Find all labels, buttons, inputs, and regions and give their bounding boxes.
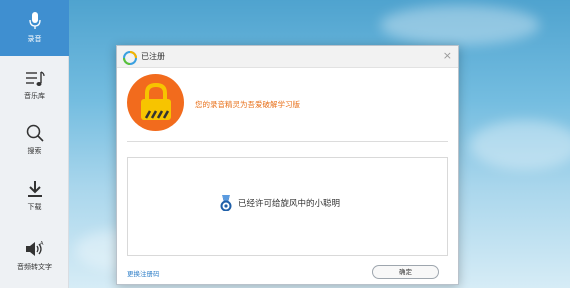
music-list-icon <box>25 71 45 86</box>
lock-badge <box>127 74 184 131</box>
registration-headline: 您的录音精灵为吾爱破解学习版 <box>195 100 300 109</box>
license-row: 已经许可给旋风中的小聪明 <box>220 195 340 211</box>
change-registration-code-link[interactable]: 更换注册码 <box>127 268 160 278</box>
sidebar-item-record[interactable]: 录音 <box>0 0 69 56</box>
app-logo-icon <box>123 50 137 69</box>
ok-button[interactable]: 确定 <box>372 265 439 279</box>
sidebar-item-label: 录音 <box>27 35 42 43</box>
license-info-box: 已经许可给旋风中的小聪明 <box>127 157 448 256</box>
lock-icon <box>141 82 171 120</box>
svg-text:A: A <box>40 241 44 247</box>
sidebar-item-label: 音频转文字 <box>17 263 52 271</box>
search-icon <box>26 124 44 142</box>
sidebar-item-label: 搜索 <box>27 147 42 155</box>
sidebar-item-download[interactable]: 下载 <box>0 168 69 224</box>
sidebar-item-label: 音乐库 <box>24 92 45 100</box>
background-cloud <box>380 5 540 45</box>
sidebar: 录音 音乐库 搜索 下载 A 音频转文字 <box>0 0 69 288</box>
speaker-icon: A <box>25 241 44 256</box>
registration-dialog: 已注册 × 您的录音精灵为吾爱破解学习版 已经许可给旋风中的小聪明 更换注册码 <box>116 45 459 285</box>
dialog-title: 已注册 <box>141 52 165 61</box>
sidebar-item-audio-to-text[interactable]: A 音频转文字 <box>0 228 69 284</box>
divider <box>127 141 448 142</box>
background-cloud <box>470 120 570 170</box>
close-button[interactable]: × <box>443 50 452 62</box>
license-text: 已经许可给旋风中的小聪明 <box>238 199 341 209</box>
dialog-title-bar[interactable]: 已注册 × <box>117 46 458 68</box>
sidebar-item-music-library[interactable]: 音乐库 <box>0 58 69 114</box>
sidebar-item-search[interactable]: 搜索 <box>0 112 69 168</box>
medal-icon <box>220 195 232 211</box>
sidebar-item-label: 下载 <box>27 203 42 211</box>
download-icon <box>27 181 42 197</box>
microphone-icon <box>28 12 41 29</box>
